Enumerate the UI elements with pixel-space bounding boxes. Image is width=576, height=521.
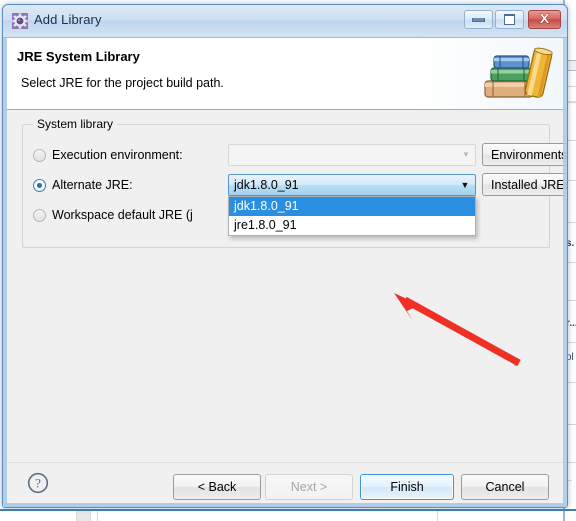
cancel-button[interactable]: Cancel [461, 474, 549, 500]
background-grid-line [97, 511, 98, 521]
minimize-icon [472, 17, 485, 22]
radio-row-alternate-jre[interactable]: Alternate JRE: [33, 173, 133, 197]
close-button[interactable] [528, 10, 561, 29]
radio-label-execution-environment: Execution environment: [52, 148, 183, 162]
dialog-header: JRE System Library Select JRE for the pr… [3, 38, 567, 110]
dialog-footer: ? < Back Next > Finish Cancel [3, 462, 567, 507]
radio-workspace-default-jre[interactable] [33, 208, 46, 222]
background-toolbar-icon [567, 60, 576, 71]
next-button: Next > [265, 474, 353, 500]
system-library-group: System library Execution environment: Al… [22, 117, 567, 248]
background-grid-line [90, 511, 91, 521]
close-icon [538, 13, 551, 26]
back-button[interactable]: < Back [173, 474, 261, 500]
background-grid-cell [77, 511, 90, 521]
page-title: JRE System Library [17, 49, 140, 64]
chevron-down-icon: ▼ [462, 150, 470, 159]
books-stack-icon [477, 43, 553, 105]
environments-button[interactable]: Environments... [482, 143, 567, 166]
minimize-button[interactable] [464, 10, 493, 29]
finish-button[interactable]: Finish [360, 474, 454, 500]
list-item[interactable]: jdk1.8.0_91 [229, 197, 475, 216]
dialog-content: System library Execution environment: Al… [3, 110, 567, 462]
page-subtitle: Select JRE for the project build path. [21, 76, 224, 90]
svg-text:?: ? [35, 476, 41, 491]
alternate-jre-combo-value: jdk1.8.0_91 [234, 178, 299, 192]
background-grid-line [437, 511, 438, 521]
dialog-frame-edge [3, 503, 567, 507]
add-library-dialog: Add Library JRE System Library Select JR… [2, 4, 568, 508]
radio-row-execution-environment[interactable]: Execution environment: [33, 143, 183, 167]
installed-jres-button[interactable]: Installed JREs... [482, 173, 567, 196]
dialog-title: Add Library [34, 12, 102, 27]
maximize-icon [504, 14, 515, 25]
maximize-button[interactable] [495, 10, 524, 29]
help-icon[interactable]: ? [27, 472, 49, 494]
radio-execution-environment[interactable] [33, 148, 46, 162]
alternate-jre-dropdown-list[interactable]: jdk1.8.0_91 jre1.8.0_91 [228, 196, 476, 236]
gear-icon [12, 13, 28, 29]
radio-label-workspace-default-jre: Workspace default JRE (j [52, 208, 193, 222]
list-item[interactable]: jre1.8.0_91 [229, 216, 475, 235]
radio-row-workspace-default-jre[interactable]: Workspace default JRE (j [33, 203, 193, 227]
group-legend: System library [33, 117, 118, 131]
dialog-titlebar[interactable]: Add Library [3, 5, 567, 38]
chevron-down-icon[interactable]: ▼ [455, 180, 475, 190]
alternate-jre-combo[interactable]: jdk1.8.0_91 ▼ [228, 174, 476, 196]
radio-alternate-jre[interactable] [33, 178, 46, 192]
execution-environment-combo: ▼ [228, 144, 476, 166]
radio-label-alternate-jre: Alternate JRE: [52, 178, 133, 192]
